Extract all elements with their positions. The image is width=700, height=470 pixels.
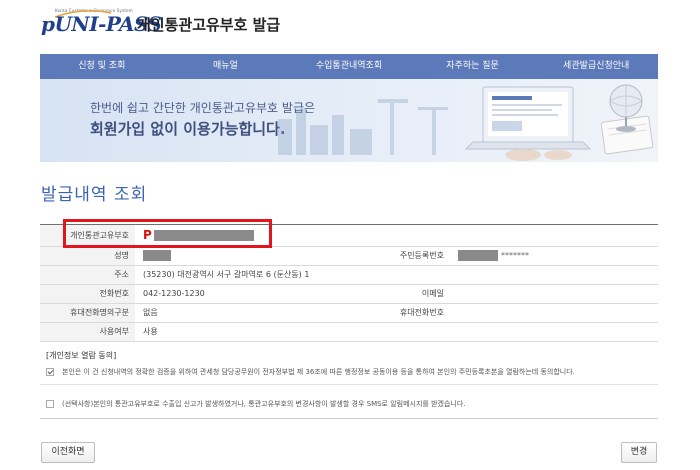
change-button[interactable]: 변경 xyxy=(621,442,657,463)
address-label: 주소 xyxy=(40,266,135,284)
usage-label: 사용여부 xyxy=(40,323,135,341)
masked-name xyxy=(143,250,171,261)
logo-prefix: p xyxy=(41,12,55,36)
consent-1-text: 본인은 이 건 신청내역의 정확한 검증을 위하여 관세청 담당공무원이 전자정… xyxy=(62,368,575,376)
table-row: 휴대전화명의구분 없음 휴대전화번호 xyxy=(40,304,658,323)
nav-item-apply-inquiry[interactable]: 신청 및 조회 xyxy=(40,54,164,79)
consent-2-checkbox[interactable] xyxy=(46,400,54,408)
email-label: 이메일 xyxy=(355,285,450,303)
page-title: 발급내역 조회 xyxy=(41,185,148,205)
header: Korea Customs e-Clearance System pUNI-PA… xyxy=(0,0,700,52)
phone-value: 042-1230-1230 xyxy=(143,289,205,298)
mobile-type-value: 없음 xyxy=(143,308,158,317)
consent-1-checkbox[interactable] xyxy=(46,368,54,376)
mobile-value xyxy=(450,304,658,322)
table-row: 주소 (35230) 대전광역시 서구 갈마역로 6 (둔산동) 1 xyxy=(40,266,658,285)
phone-label: 전화번호 xyxy=(40,285,135,303)
prev-page-button[interactable]: 이전화면 xyxy=(41,442,95,463)
main-nav: 신청 및 조회 매뉴얼 수입통관내역조회 자주하는 질문 세관발급신청안내 xyxy=(40,54,658,79)
consent-title: [개인정보 열람 동의] xyxy=(46,351,117,360)
nav-item-customs-guide[interactable]: 세관발급신청안내 xyxy=(534,54,658,79)
table-row: 사용여부 사용 xyxy=(40,323,658,342)
banner-line-2: 회원가입 없이 이용가능합니다. xyxy=(90,120,286,138)
nav-item-manual[interactable]: 매뉴얼 xyxy=(164,54,288,79)
nav-item-import-history[interactable]: 수입통관내역조회 xyxy=(287,54,411,79)
name-label: 성명 xyxy=(40,247,135,265)
nav-item-faq[interactable]: 자주하는 질문 xyxy=(411,54,535,79)
rrn-value: ******* xyxy=(450,247,658,265)
unipass-logo[interactable]: Korea Customs e-Clearance System pUNI-PA… xyxy=(41,8,162,42)
rrn-suffix: ******* xyxy=(501,251,529,260)
masked-rrn xyxy=(458,250,498,261)
mobile-label: 휴대전화번호 xyxy=(355,304,450,322)
site-title: 개인통관고유부호 발급 xyxy=(137,16,281,34)
divider xyxy=(40,418,658,419)
consent-item-2: (선택사항)본인의 통관고유부호로 수출입 신고가 발생하였거나, 통관고유부호… xyxy=(46,399,466,409)
highlight-box xyxy=(63,219,272,248)
divider xyxy=(40,384,658,385)
consent-item-1: 본인은 이 건 신청내역의 정확한 검증을 위하여 관세청 담당공무원이 전자정… xyxy=(46,367,575,377)
address-value: (35230) 대전광역시 서구 갈마역로 6 (둔산동) 1 xyxy=(143,270,310,279)
name-value xyxy=(135,247,355,265)
rrn-label: 주민등록번호 xyxy=(355,247,450,265)
consent-2-text: (선택사항)본인의 통관고유부호로 수출입 신고가 발생하였거나, 통관고유부호… xyxy=(62,400,466,408)
promo-banner: 한번에 쉽고 간단한 개인통관고유부호 발급은 회원가입 없이 이용가능합니다. xyxy=(40,79,658,162)
email-value xyxy=(450,285,658,303)
mobile-type-label: 휴대전화명의구분 xyxy=(40,304,135,322)
table-row: 전화번호 042-1230-1230 이메일 xyxy=(40,285,658,304)
table-row: 성명 주민등록번호 ******* xyxy=(40,247,658,266)
usage-value: 사용 xyxy=(143,327,158,336)
banner-illustration-icon xyxy=(278,84,654,161)
